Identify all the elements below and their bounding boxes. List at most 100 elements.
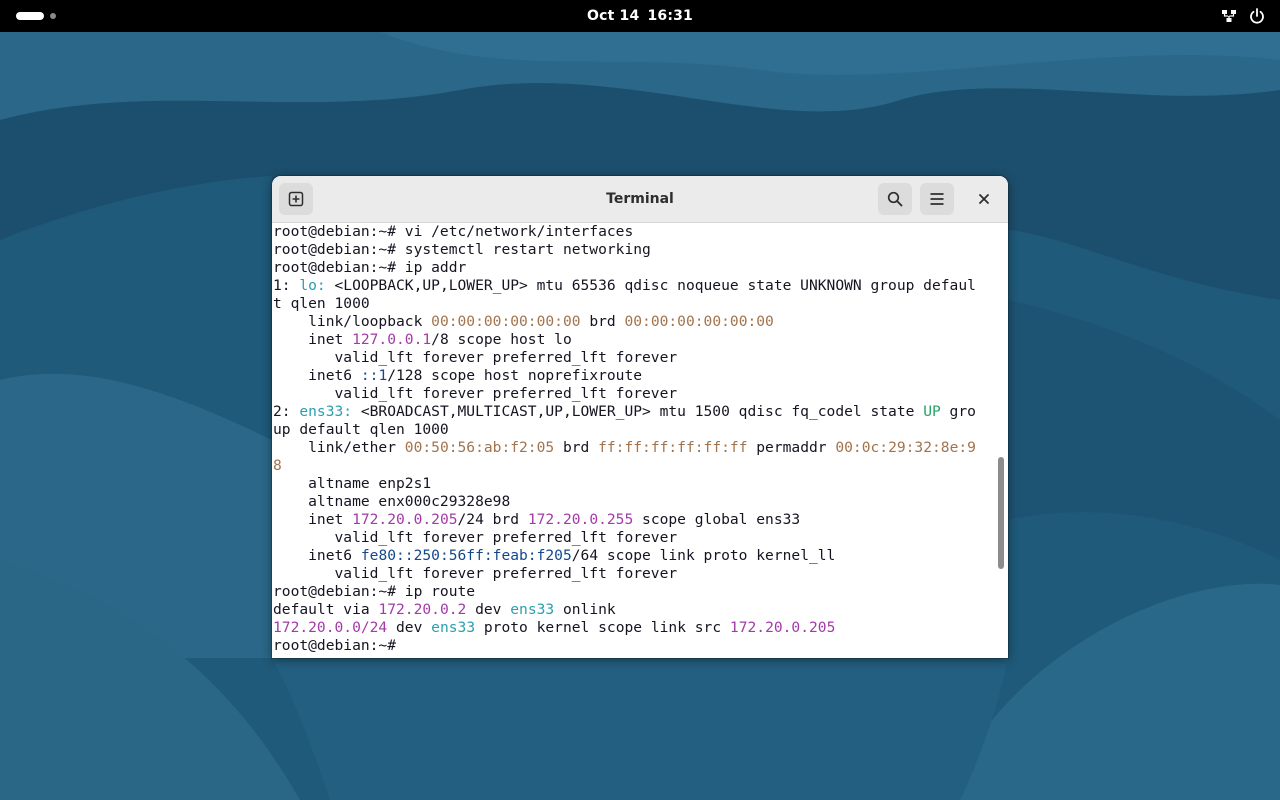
terminal-text-segment: lo: bbox=[299, 277, 326, 294]
clock-date: Oct 14 bbox=[586, 8, 640, 24]
terminal-text-segment: scope global ens33 bbox=[633, 511, 801, 528]
terminal-text-segment: brd bbox=[580, 313, 625, 330]
terminal-line: valid_lft forever preferred_lft forever bbox=[273, 565, 994, 583]
close-button[interactable] bbox=[970, 185, 998, 213]
terminal-window: Terminal root@debian:~# vi /etc/network/… bbox=[272, 176, 1008, 658]
terminal-text-segment: altname enx000c29328e98 bbox=[273, 493, 511, 510]
terminal-line: valid_lft forever preferred_lft forever bbox=[273, 349, 994, 367]
terminal-text-segment: ff:ff:ff:ff:ff:ff bbox=[598, 439, 748, 456]
terminal-line: link/loopback 00:00:00:00:00:00 brd 00:0… bbox=[273, 313, 994, 331]
terminal-line: default via 172.20.0.2 dev ens33 onlink bbox=[273, 601, 994, 619]
terminal-line: 172.20.0.0/24 dev ens33 proto kernel sco… bbox=[273, 619, 994, 637]
terminal-text-segment: 2: bbox=[273, 403, 300, 420]
scrollbar-thumb[interactable] bbox=[998, 457, 1004, 569]
activities-button[interactable] bbox=[16, 11, 60, 21]
terminal-text-segment: 00:50:56:ab:f2:05 bbox=[404, 439, 555, 456]
terminal-line: inet6 fe80::250:56ff:feab:f205/64 scope … bbox=[273, 547, 994, 565]
terminal-line: root@debian:~# ip addr bbox=[273, 259, 994, 277]
terminal-text-segment: 00:00:00:00:00:00 bbox=[431, 313, 581, 330]
terminal-text-segment: valid_lft forever preferred_lft forever bbox=[273, 565, 678, 582]
svg-text:?: ? bbox=[1226, 9, 1231, 19]
terminal-text-segment: brd bbox=[554, 439, 599, 456]
terminal-line: root@debian:~# ip route bbox=[273, 583, 994, 601]
terminal-text-segment: inet bbox=[273, 511, 353, 528]
terminal-text-segment: dev bbox=[466, 601, 511, 618]
terminal-text-segment: root@debian:~# bbox=[273, 637, 405, 654]
terminal-line: 1: lo: <LOOPBACK,UP,LOWER_UP> mtu 65536 … bbox=[273, 277, 994, 295]
terminal-line: up default qlen 1000 bbox=[273, 421, 994, 439]
window-headerbar[interactable]: Terminal bbox=[272, 176, 1008, 223]
top-bar: Oct 14 16:31 ? bbox=[0, 0, 1280, 32]
new-tab-icon bbox=[288, 191, 304, 207]
system-tray[interactable]: ? bbox=[1220, 6, 1266, 26]
terminal-text-segment: 172.20.0.2 bbox=[378, 601, 467, 618]
terminal-output[interactable]: root@debian:~# vi /etc/network/interface… bbox=[272, 223, 994, 658]
terminal-text-segment: inet6 bbox=[273, 547, 361, 564]
terminal-line: root@debian:~# bbox=[273, 637, 994, 655]
terminal-text-segment: altname enp2s1 bbox=[273, 475, 432, 492]
terminal-text-segment: link/ether bbox=[273, 439, 405, 456]
terminal-line: altname enx000c29328e98 bbox=[273, 493, 994, 511]
terminal-line: inet 127.0.0.1/8 scope host lo bbox=[273, 331, 994, 349]
terminal-text-segment: /128 scope host noprefixroute bbox=[387, 367, 643, 384]
terminal-text-segment: ens33 bbox=[510, 601, 555, 618]
terminal-text-segment: fe80::250:56ff:feab:f205 bbox=[360, 547, 572, 564]
terminal-text-segment: root@debian:~# vi /etc/network/interface… bbox=[273, 223, 634, 240]
network-question-icon: ? bbox=[1222, 9, 1236, 22]
new-tab-button[interactable] bbox=[279, 183, 313, 215]
terminal-line: inet6 ::1/128 scope host noprefixroute bbox=[273, 367, 994, 385]
terminal-text-segment: proto kernel scope link src bbox=[475, 619, 730, 636]
terminal-text-segment: up default qlen 1000 bbox=[273, 421, 449, 438]
terminal-text-segment: UP bbox=[923, 403, 941, 420]
clock-button[interactable]: Oct 14 16:31 bbox=[587, 8, 693, 24]
terminal-line: 2: ens33: <BROADCAST,MULTICAST,UP,LOWER_… bbox=[273, 403, 994, 421]
terminal-scrollbar[interactable] bbox=[994, 223, 1008, 658]
terminal-text-segment: dev bbox=[387, 619, 432, 636]
terminal-text-segment: 172.20.0.205 bbox=[729, 619, 836, 636]
terminal-text-segment: 00:0c:29:32:8e:9 bbox=[835, 439, 976, 456]
terminal-text-segment: root@debian:~# ip route bbox=[273, 583, 476, 600]
close-icon bbox=[979, 194, 989, 204]
terminal-text-segment: link/loopback bbox=[273, 313, 432, 330]
terminal-line: link/ether 00:50:56:ab:f2:05 brd ff:ff:f… bbox=[273, 439, 994, 457]
clock: Oct 14 16:31 bbox=[0, 0, 1280, 32]
terminal-text-segment: ens33: bbox=[299, 403, 353, 420]
search-icon bbox=[887, 191, 903, 207]
main-menu-button[interactable] bbox=[920, 183, 954, 215]
terminal-line: altname enp2s1 bbox=[273, 475, 994, 493]
terminal-text-segment: <BROADCAST,MULTICAST,UP,LOWER_UP> mtu 15… bbox=[352, 403, 924, 420]
terminal-line: t qlen 1000 bbox=[273, 295, 994, 313]
terminal-text-segment: 172.20.0.0/24 bbox=[273, 619, 388, 636]
workspace-inactive-indicator bbox=[50, 13, 56, 19]
terminal-line: valid_lft forever preferred_lft forever bbox=[273, 385, 994, 403]
terminal-text-segment: 172.20.0.255 bbox=[527, 511, 634, 528]
terminal-text-segment: permaddr bbox=[747, 439, 836, 456]
search-button[interactable] bbox=[878, 183, 912, 215]
terminal-text-segment: inet6 bbox=[273, 367, 361, 384]
power-icon bbox=[1250, 8, 1264, 24]
clock-time: 16:31 bbox=[647, 8, 694, 24]
terminal-text-segment: 8 bbox=[273, 457, 282, 474]
terminal-text-segment: root@debian:~# systemctl restart network… bbox=[273, 241, 651, 258]
terminal-text-segment: valid_lft forever preferred_lft forever bbox=[273, 385, 678, 402]
hamburger-menu-icon bbox=[930, 193, 944, 205]
terminal-text-segment: t qlen 1000 bbox=[273, 295, 370, 312]
terminal-line: root@debian:~# vi /etc/network/interface… bbox=[273, 223, 994, 241]
terminal-text-segment: 127.0.0.1 bbox=[352, 331, 432, 348]
terminal-text-segment: gro bbox=[940, 403, 976, 420]
terminal-line: root@debian:~# systemctl restart network… bbox=[273, 241, 994, 259]
terminal-text-segment: <LOOPBACK,UP,LOWER_UP> mtu 65536 qdisc n… bbox=[325, 277, 976, 294]
terminal-line: inet 172.20.0.205/24 brd 172.20.0.255 sc… bbox=[273, 511, 994, 529]
terminal-text-segment: /24 brd bbox=[457, 511, 528, 528]
terminal-text-segment: ::1 bbox=[360, 367, 388, 384]
terminal-text-segment: ens33 bbox=[431, 619, 476, 636]
terminal-text-segment: 172.20.0.205 bbox=[352, 511, 458, 528]
window-title: Terminal bbox=[606, 191, 674, 207]
terminal-line: 8 bbox=[273, 457, 994, 475]
workspace-active-indicator bbox=[16, 12, 44, 20]
terminal-text-segment: valid_lft forever preferred_lft forever bbox=[273, 349, 678, 366]
terminal-text-segment: /64 scope link proto kernel_ll bbox=[571, 547, 836, 564]
terminal-text-segment: onlink bbox=[554, 601, 616, 618]
terminal-text-segment: inet bbox=[273, 331, 353, 348]
terminal-text-segment: 1: bbox=[273, 277, 300, 294]
